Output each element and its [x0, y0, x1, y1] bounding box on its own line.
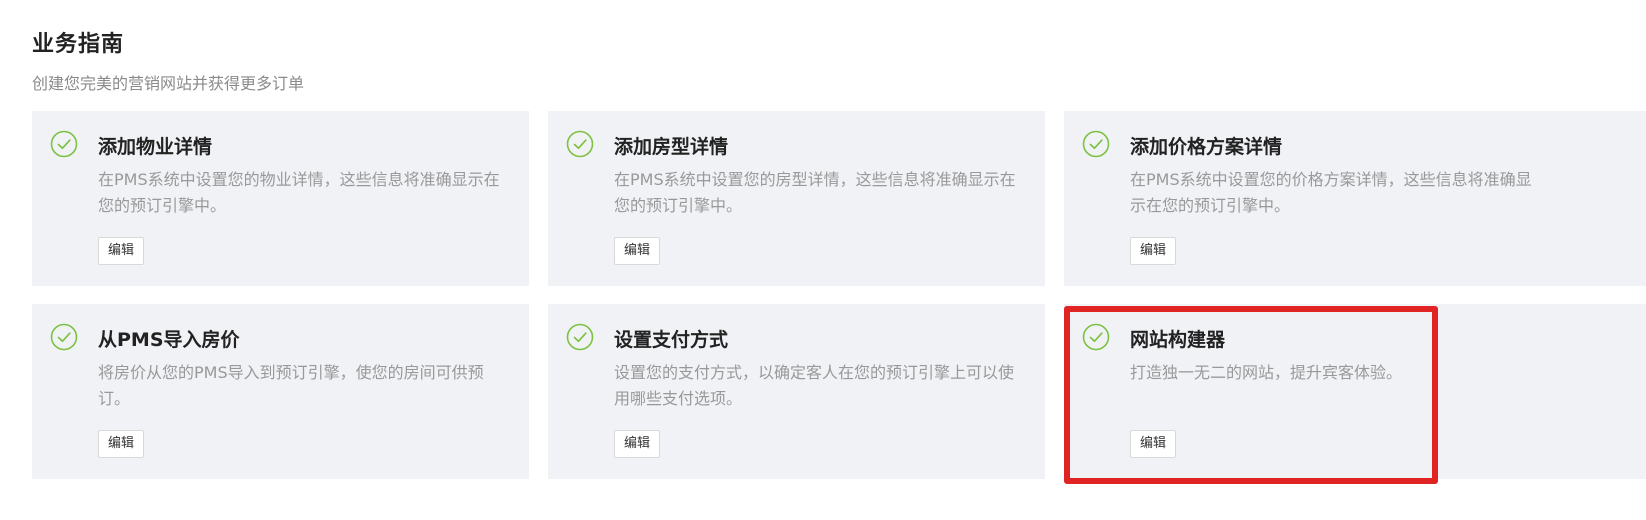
page-title: 业务指南 [32, 32, 125, 57]
check-circle-icon [1082, 130, 1110, 158]
guide-card-website-builder: 网站构建器 打造独一无二的网站，提升宾客体验。 编辑 [1064, 304, 1646, 479]
check-circle-icon [1082, 323, 1110, 351]
edit-button[interactable]: 编辑 [614, 237, 661, 265]
edit-button[interactable]: 编辑 [614, 430, 661, 458]
card-title: 添加房型详情 [614, 136, 729, 158]
check-circle-icon [566, 130, 594, 158]
guide-card-import-rates: 从PMS导入房价 将房价从您的PMS导入到预订引擎，使您的房间可供预订。 编辑 [32, 304, 529, 479]
business-guide-page: 业务指南 创建您完美的营销网站并获得更多订单 添加物业详情 在PMS系统中设置您… [0, 0, 1646, 520]
guide-card-payment-methods: 设置支付方式 设置您的支付方式，以确定客人在您的预订引擎上可以使用哪些支付选项。… [548, 304, 1045, 479]
card-title: 从PMS导入房价 [98, 329, 240, 351]
card-title: 网站构建器 [1130, 329, 1226, 351]
card-description: 在PMS系统中设置您的价格方案详情，这些信息将准确显示在您的预订引擎中。 [1130, 170, 1532, 215]
check-circle-icon [50, 323, 78, 351]
guide-card-rate-plan-details: 添加价格方案详情 在PMS系统中设置您的价格方案详情，这些信息将准确显示在您的预… [1064, 111, 1646, 286]
check-circle-icon [566, 323, 594, 351]
card-title: 添加价格方案详情 [1130, 136, 1283, 158]
guide-card-property-details: 添加物业详情 在PMS系统中设置您的物业详情，这些信息将准确显示在您的预订引擎中… [32, 111, 529, 286]
card-title: 设置支付方式 [614, 329, 729, 351]
card-description: 在PMS系统中设置您的物业详情，这些信息将准确显示在您的预订引擎中。 [98, 170, 500, 215]
guide-card-room-type-details: 添加房型详情 在PMS系统中设置您的房型详情，这些信息将准确显示在您的预订引擎中… [548, 111, 1045, 286]
card-description: 在PMS系统中设置您的房型详情，这些信息将准确显示在您的预订引擎中。 [614, 170, 1016, 215]
check-circle-icon [50, 130, 78, 158]
card-description: 设置您的支付方式，以确定客人在您的预订引擎上可以使用哪些支付选项。 [614, 363, 1015, 408]
edit-button[interactable]: 编辑 [1130, 237, 1177, 265]
card-description: 打造独一无二的网站，提升宾客体验。 [1130, 363, 1403, 382]
card-description: 将房价从您的PMS导入到预订引擎，使您的房间可供预订。 [98, 363, 484, 408]
edit-button[interactable]: 编辑 [98, 237, 145, 265]
card-title: 添加物业详情 [98, 136, 213, 158]
page-subtitle: 创建您完美的营销网站并获得更多订单 [32, 74, 305, 93]
edit-button[interactable]: 编辑 [98, 430, 145, 458]
edit-button[interactable]: 编辑 [1130, 430, 1177, 458]
